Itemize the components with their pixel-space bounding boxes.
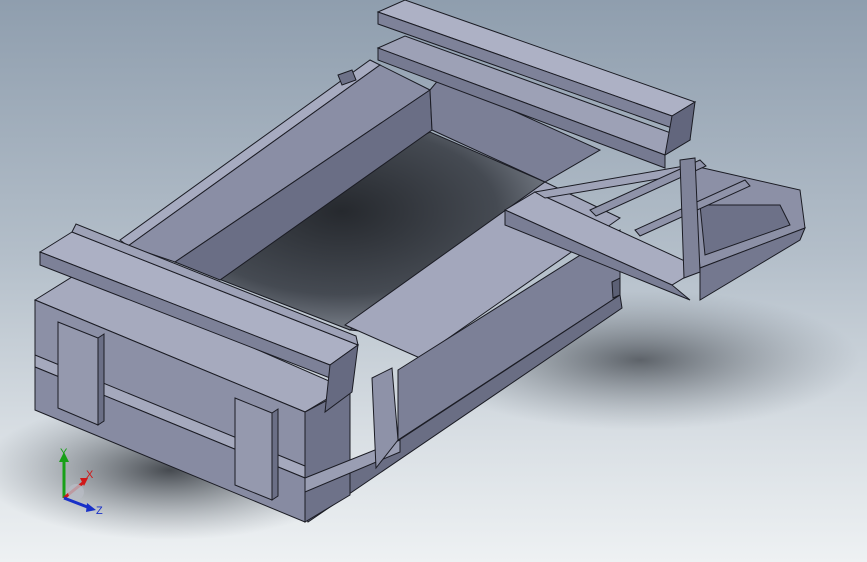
front-cleat-right-side — [271, 408, 279, 501]
graphics-viewport[interactable]: Y X Z — [0, 0, 867, 562]
front-cleat-right — [234, 397, 273, 501]
triad-x-label: X — [86, 469, 94, 481]
frame-support-leg — [611, 277, 621, 299]
triad-z-label: Z — [96, 505, 103, 516]
model-scene[interactable] — [0, 0, 867, 562]
front-cleat-left-side — [97, 333, 105, 426]
triad-y-label: Y — [60, 447, 68, 459]
triad-z-arrow — [86, 503, 96, 512]
front-cleat-left — [57, 321, 99, 426]
triad-origin-sphere — [68, 484, 84, 500]
orientation-triad[interactable]: Y X Z — [50, 446, 110, 516]
